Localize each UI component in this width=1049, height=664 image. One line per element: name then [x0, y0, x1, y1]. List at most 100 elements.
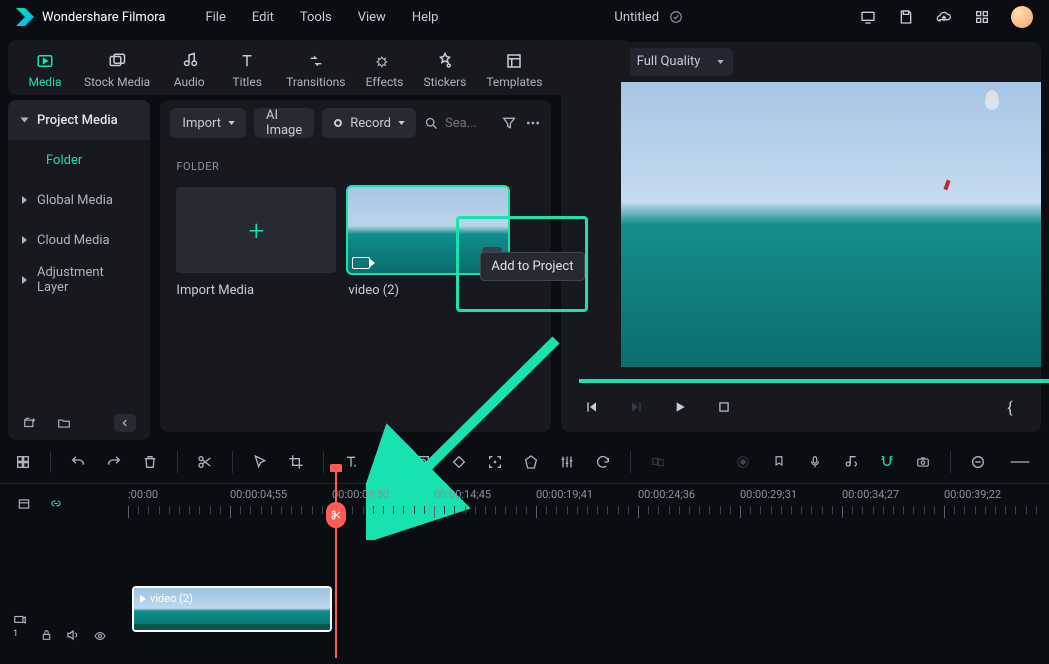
- filter-icon[interactable]: [501, 115, 517, 131]
- timecode-label: 00:00:09;50: [332, 488, 389, 501]
- tab-audio[interactable]: Audio: [160, 45, 218, 95]
- media-sidebar: Project Media Folder Global Media Cloud …: [8, 100, 150, 440]
- mute-icon[interactable]: [65, 628, 80, 642]
- video-track-icon[interactable]: 1: [12, 613, 28, 642]
- device-icon[interactable]: [859, 8, 877, 26]
- link-icon[interactable]: [48, 497, 64, 511]
- split-button[interactable]: [326, 502, 346, 528]
- step-back-icon[interactable]: [583, 398, 601, 416]
- crop-icon[interactable]: [287, 453, 305, 471]
- magnet-icon[interactable]: [878, 453, 896, 471]
- player-body: [561, 82, 1041, 383]
- menu-tools[interactable]: Tools: [300, 10, 332, 25]
- user-avatar[interactable]: [1011, 6, 1033, 28]
- scrubber-bar[interactable]: [579, 379, 1049, 383]
- record-dot-icon[interactable]: [734, 453, 752, 471]
- tab-templates[interactable]: Templates: [476, 45, 552, 95]
- ai-image-button[interactable]: AI Image: [254, 108, 314, 138]
- adjust-icon[interactable]: [558, 453, 576, 471]
- quality-select[interactable]: Full Quality: [627, 48, 734, 76]
- menu-file[interactable]: File: [205, 10, 225, 25]
- player-panel: Player Full Quality {: [561, 42, 1041, 432]
- sidebar-project-media[interactable]: Project Media: [8, 100, 150, 140]
- lock-icon[interactable]: [40, 628, 53, 642]
- color-icon[interactable]: [414, 453, 432, 471]
- text-icon[interactable]: [342, 453, 360, 471]
- sidebar-cloud-media[interactable]: Cloud Media: [8, 220, 150, 260]
- import-button[interactable]: Import: [170, 108, 246, 138]
- zoom-slider-icon[interactable]: [1005, 453, 1035, 471]
- more-icon[interactable]: [525, 115, 541, 131]
- apps-icon[interactable]: [973, 8, 991, 26]
- overlap-icon[interactable]: [649, 453, 667, 471]
- layout-icon[interactable]: [14, 453, 32, 471]
- music-icon[interactable]: [842, 453, 860, 471]
- timecode-label: 00:00:04;55: [230, 488, 287, 501]
- tab-effects[interactable]: Effects: [356, 45, 414, 95]
- tab-stock-media[interactable]: Stock Media: [74, 45, 160, 95]
- zoom-out-icon[interactable]: [969, 453, 987, 471]
- timeline-ruler[interactable]: :00:00 00:00:04;55 00:00:09;50 00:00:14;45 0…: [0, 484, 1049, 524]
- frame-step-icon[interactable]: [627, 398, 645, 416]
- stop-icon[interactable]: [715, 398, 733, 416]
- undo-icon[interactable]: [69, 453, 87, 471]
- timecode-label: :00:00: [128, 488, 158, 501]
- menu-edit[interactable]: Edit: [252, 10, 274, 25]
- redo-icon[interactable]: [105, 453, 123, 471]
- document-title[interactable]: Untitled: [614, 10, 659, 25]
- search-input[interactable]: [445, 116, 485, 131]
- sidebar-adjustment-layer[interactable]: Adjustment Layer: [8, 260, 150, 300]
- chevron-down-icon: [21, 118, 29, 123]
- cloud-upload-icon[interactable]: [935, 8, 953, 26]
- red-kite-shape: [943, 179, 950, 190]
- sidebar-folder[interactable]: Folder: [8, 140, 150, 180]
- playhead[interactable]: [335, 464, 337, 658]
- record-button[interactable]: Record: [322, 108, 416, 138]
- marker-icon[interactable]: [770, 453, 788, 471]
- chevron-right-icon: [22, 196, 27, 204]
- snapshot-icon[interactable]: [914, 453, 932, 471]
- document-title-area: Untitled: [450, 10, 847, 25]
- media-browser: Import AI Image Record: [160, 100, 551, 432]
- scissors-icon[interactable]: [196, 453, 214, 471]
- tab-transitions[interactable]: Transitions: [276, 45, 355, 95]
- brace-icon[interactable]: {: [1001, 398, 1019, 416]
- tab-titles[interactable]: Titles: [218, 45, 276, 95]
- timecode-label: 00:00:14;45: [434, 488, 491, 501]
- media-toolbar: Import AI Image Record: [160, 100, 551, 146]
- timeline-clip[interactable]: video (2): [132, 586, 332, 632]
- video-preview[interactable]: [621, 82, 1041, 367]
- delete-icon[interactable]: [141, 453, 159, 471]
- collapse-icon[interactable]: [114, 414, 136, 432]
- menu-help[interactable]: Help: [412, 10, 439, 25]
- stock-icon: [107, 51, 127, 71]
- focus-icon[interactable]: [486, 453, 504, 471]
- timecode-label: 00:00:19;41: [536, 488, 593, 501]
- import-media-tile[interactable]: + Import Media: [176, 187, 336, 298]
- timeline-body[interactable]: 1 video (2): [0, 524, 1049, 658]
- sidebar-global-media[interactable]: Global Media: [8, 180, 150, 220]
- track-options-icon[interactable]: [16, 497, 32, 511]
- folder-icon[interactable]: [56, 416, 72, 430]
- tab-media[interactable]: Media: [16, 45, 74, 95]
- save-icon[interactable]: [897, 8, 915, 26]
- keyframe-icon[interactable]: [450, 453, 468, 471]
- record-icon: [334, 119, 342, 127]
- play-icon[interactable]: [671, 398, 689, 416]
- search-icon[interactable]: [424, 116, 439, 131]
- visibility-icon[interactable]: [92, 630, 108, 642]
- new-folder-icon[interactable]: [22, 416, 38, 430]
- timeline-panel: :00:00 00:00:04;55 00:00:09;50 00:00:14;45 0…: [0, 440, 1049, 658]
- module-tabstrip: Media Stock Media Audio Titles Transitio…: [8, 40, 630, 95]
- media-tile-video[interactable]: + video (2): [348, 187, 508, 298]
- refresh-icon[interactable]: [594, 453, 612, 471]
- menu-view[interactable]: View: [358, 10, 386, 25]
- speed-icon[interactable]: [378, 453, 396, 471]
- timeline-track-area[interactable]: video (2): [128, 524, 1049, 658]
- mask-icon[interactable]: [522, 453, 540, 471]
- mic-icon[interactable]: [806, 453, 824, 471]
- timecode-label: 00:00:24;36: [638, 488, 695, 501]
- chevron-down-icon: [398, 121, 404, 125]
- pointer-icon[interactable]: [251, 453, 269, 471]
- tab-stickers[interactable]: Stickers: [414, 45, 477, 95]
